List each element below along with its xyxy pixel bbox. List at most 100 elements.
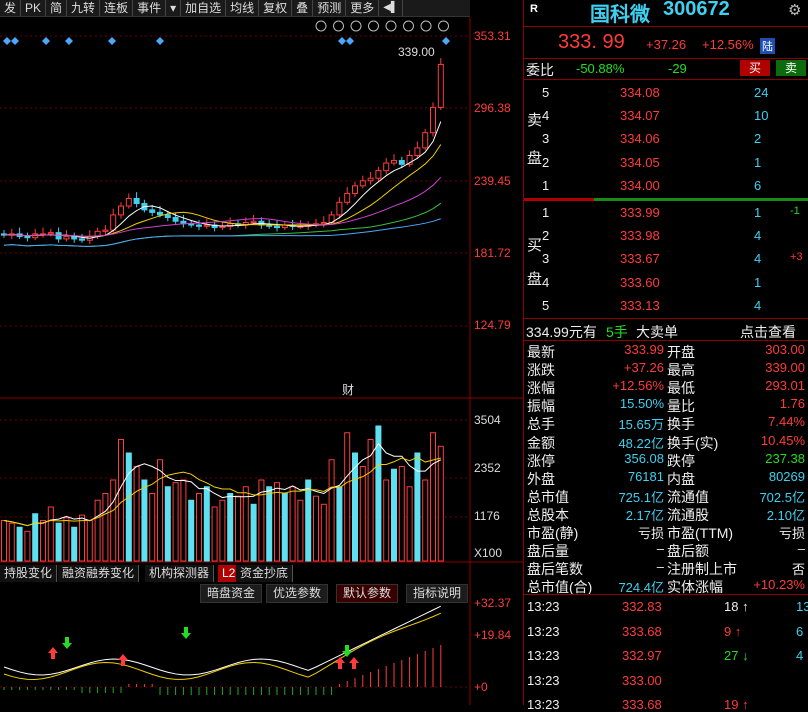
candle-body-50 — [391, 160, 397, 164]
ind-tick-1: +19.84 — [474, 628, 511, 642]
candle-body-13 — [102, 229, 109, 232]
toolbar-btn-7[interactable]: 加自选 — [181, 0, 227, 16]
arrow-down-icon — [342, 645, 352, 657]
volume-bar-38 — [297, 499, 304, 562]
volume-bar-18 — [141, 479, 148, 562]
candle-body-51 — [398, 160, 405, 165]
stat-value2-3: 1.76 — [779, 396, 805, 412]
lock-icon[interactable] — [403, 20, 414, 32]
stat-label-9: 总股本 — [527, 506, 569, 523]
toolbar-btn-3[interactable]: 九转 — [67, 0, 101, 16]
volume-bar-0 — [1, 520, 7, 562]
sell-price-0: 334.08 — [620, 85, 660, 100]
commission-label: 委比 — [526, 62, 554, 78]
pencil-icon[interactable] — [333, 20, 344, 32]
arrow-up-icon — [349, 657, 359, 669]
volume-bar-2 — [16, 526, 23, 562]
candle-body-44 — [344, 192, 351, 203]
indicator-tab-0[interactable]: 暗盘资金 — [200, 584, 263, 603]
candle-body-15 — [118, 205, 124, 216]
toolbar-btn-0[interactable]: 发 — [0, 0, 22, 16]
ind-fast-line — [3, 605, 442, 676]
stat-label2-12: 注册制上市 — [667, 561, 737, 578]
stat-label2-10: 市盈(TTM) — [667, 525, 734, 541]
buy-vol-4: 4 — [754, 297, 762, 313]
r-badge: R — [530, 3, 538, 15]
pager-icon[interactable]: ◀▌ — [379, 0, 403, 16]
toolbar-btn-1[interactable]: PK — [21, 0, 47, 16]
volume-bar-29 — [227, 493, 234, 562]
vol-unit-label: X100 — [474, 546, 502, 560]
eye-icon[interactable] — [350, 20, 362, 32]
candle-body-35 — [274, 225, 280, 229]
stat-value-9: 2.17亿 — [625, 507, 664, 523]
minus-icon[interactable] — [438, 20, 449, 32]
stat-value-0: 333.99 — [624, 342, 664, 357]
indicator-tab-2[interactable]: 默认参数 — [336, 584, 399, 603]
price-tick-0: 353.31 — [474, 29, 511, 43]
candle-body-53 — [414, 147, 421, 156]
stat-label2-0: 开盘 — [667, 344, 695, 360]
tab-4[interactable]: 资金抄底 — [236, 565, 294, 582]
stat-value2-10: 亏损 — [778, 526, 805, 541]
sell-price-1: 334.07 — [620, 108, 660, 124]
tick-vol-0: 18 ↑ — [724, 599, 749, 614]
stat-value2-4: 7.44% — [768, 414, 805, 430]
stat-label2-6: 跌停 — [667, 452, 695, 469]
volume-bar-28 — [219, 499, 226, 562]
sell-button[interactable]: 卖 — [776, 60, 806, 76]
arrow-up-icon — [48, 647, 58, 659]
price-tick-1: 296.38 — [474, 101, 511, 115]
buy-volume-bar — [594, 198, 808, 201]
sell-price-4: 334.00 — [620, 177, 660, 193]
tab-0[interactable]: 持股变化 — [0, 565, 58, 582]
toolbar-btn-6[interactable]: ▾ — [166, 0, 182, 16]
big-order-link[interactable]: 点击查看 — [740, 322, 796, 342]
toolbar-btn-12[interactable]: 更多 — [346, 0, 380, 16]
chart-toolbar: 发 PK 简九转 连板 事件 ▾ 加自选 均线 复权叠预测 更多 ◀▌ — [0, 0, 470, 17]
stat-value2-0: 303.00 — [765, 342, 805, 357]
stat-value2-12: 否 — [791, 562, 805, 578]
bell-icon[interactable] — [385, 20, 397, 32]
price-change: +37.26 — [646, 37, 687, 52]
sell-vol-3: 1 — [754, 154, 762, 170]
gear-icon[interactable]: ⚙ — [788, 1, 801, 19]
tick-count-1: 6 — [796, 623, 804, 639]
toolbar-btn-5[interactable]: 事件 — [133, 0, 167, 16]
toolbar-btn-2[interactable]: 简 — [46, 0, 68, 16]
stat-value2-13: +10.23% — [753, 577, 805, 593]
volume-bar-36 — [281, 493, 288, 562]
tab-1[interactable]: 融资融券变化 — [58, 565, 140, 582]
toolbar-btn-9[interactable]: 复权 — [259, 0, 293, 16]
plus-icon[interactable] — [420, 20, 432, 32]
volume-bar-44 — [344, 432, 351, 562]
stat-value2-2: 293.01 — [765, 378, 805, 394]
stat-value2-1: 339.00 — [765, 360, 805, 376]
tab-2[interactable]: 机构探测器 — [145, 565, 215, 582]
indicator-tab-3[interactable]: 指标说明 — [406, 584, 469, 603]
indicator-tab-1[interactable]: 优选参数 — [266, 584, 329, 603]
volume-bar-25 — [196, 493, 202, 562]
buy-button[interactable]: 买 — [740, 60, 770, 76]
buy-label-1: 买 — [527, 237, 543, 254]
sell-volume-bar — [524, 198, 594, 201]
toolbar-btn-4[interactable]: 连板 — [100, 0, 134, 16]
volume-bar-3 — [24, 530, 31, 562]
stat-value2-7: 80269 — [768, 468, 805, 484]
toolbar-btn-8[interactable]: 均线 — [226, 0, 260, 16]
candle-body-20 — [157, 211, 163, 216]
price-tick-2: 239.45 — [474, 174, 511, 188]
volume-bar-7 — [55, 522, 62, 562]
stat-value-12: – — [656, 559, 664, 575]
tick-vol-1: 9 ↑ — [724, 623, 742, 639]
sell-vol-4: 6 — [754, 177, 762, 193]
toolbar-btn-11[interactable]: 预测 — [313, 0, 347, 16]
eye-off-icon[interactable] — [368, 20, 379, 32]
settings-icon[interactable] — [315, 20, 327, 32]
volume-bar-10 — [79, 514, 85, 562]
commission-ratio: -50.88% — [576, 61, 625, 76]
toolbar-btn-10[interactable]: 叠 — [292, 0, 314, 16]
stock-code: 300672 — [663, 0, 730, 20]
stat-value-3: 15.50% — [619, 396, 664, 412]
tick-time-3: 13:23 — [527, 672, 560, 688]
